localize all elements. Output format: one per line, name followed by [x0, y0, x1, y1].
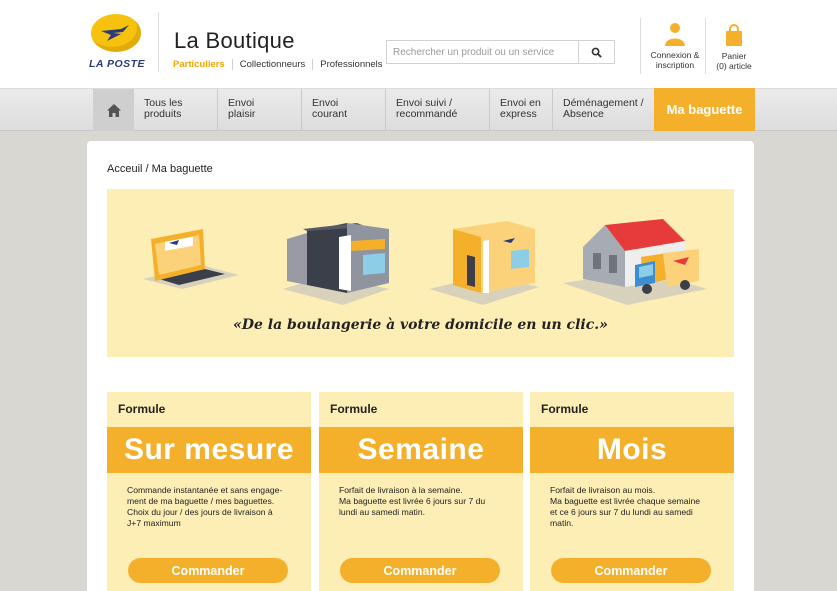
search-button[interactable] [578, 41, 614, 63]
nav-item-envoi-plaisir[interactable]: Envoi plaisir [218, 89, 302, 131]
breadcrumb[interactable]: Acceuil / Ma baguette [107, 163, 213, 175]
search-input[interactable] [387, 41, 578, 63]
card-kicker: Formule [541, 402, 589, 416]
card-description: Commande instantanée et sans engage- men… [127, 485, 297, 529]
card-desc-line: matin. [550, 518, 574, 528]
nav-ma-baguette[interactable]: Ma baguette [654, 88, 755, 131]
card-title: Semaine [319, 427, 523, 473]
card-desc-line: J+7 maximum [127, 518, 181, 528]
nav-item-line: recommandé [396, 108, 458, 120]
shopping-bag-icon [726, 24, 742, 46]
nav-item-envoi-suivi[interactable]: Envoi suivi / recommandé [386, 89, 490, 131]
card-description: Forfait de livraison à la semaine. Ma ba… [339, 485, 509, 518]
banner-tagline: «De la boulangerie à votre domicile en u… [233, 317, 608, 333]
hero-banner: «De la boulangerie à votre domicile en u… [107, 189, 734, 357]
commander-button[interactable]: Commander [340, 558, 500, 583]
card-desc-line: Forfait de livraison à la semaine. [339, 485, 463, 495]
user-icon [665, 23, 685, 46]
nav-item-line: Absence [563, 108, 604, 120]
formula-card-mois: Formule Mois Forfait de livraison au moi… [530, 392, 734, 591]
nav-item-line: courant [312, 108, 348, 120]
laptop-icon [143, 229, 239, 289]
nav-item-line: plaisir [228, 108, 256, 120]
brand-title[interactable]: La Boutique [174, 28, 295, 54]
formula-card-semaine: Formule Semaine Forfait de livraison à l… [319, 392, 523, 591]
account-link[interactable]: Connexion & inscription [646, 22, 704, 70]
cart-link[interactable]: Panier (0) article [710, 24, 758, 71]
card-desc-line: Ma baguette est livrée chaque semaine [550, 496, 701, 506]
card-desc-line: ment de ma baguette / mes baguettes. [127, 496, 275, 506]
formula-card-sur-mesure: Formule Sur mesure Commande instantanée … [107, 392, 311, 591]
logo-text: LA POSTE [88, 58, 146, 70]
search-box [386, 40, 615, 64]
subnav-particuliers[interactable]: Particuliers [173, 59, 232, 70]
card-desc-line: et ce 6 jours sur 7 du lundi au samedi [550, 507, 693, 517]
bakery-shop-icon [283, 223, 389, 305]
nav-item-tous-les-produits[interactable]: Tous les produits [134, 89, 218, 131]
header-divider [705, 18, 706, 74]
site-header: LA POSTE La Boutique Particuliers Collec… [0, 0, 837, 89]
header-divider [640, 18, 641, 74]
card-desc-line: lundi au samedi matin. [339, 507, 425, 517]
nav-item-line: express [500, 108, 537, 120]
card-desc-line: Ma baguette est livrée 6 jours sur 7 du [339, 496, 486, 506]
subnav-professionnels[interactable]: Professionnels [312, 59, 389, 70]
card-description: Forfait de livraison au mois. Ma baguett… [550, 485, 720, 529]
card-kicker: Formule [330, 402, 378, 416]
home-icon [106, 103, 121, 117]
card-title: Mois [530, 427, 734, 473]
card-title: Sur mesure [107, 427, 311, 473]
nav-item-envoi-courant[interactable]: Envoi courant [302, 89, 386, 131]
card-desc-line: Choix du jour / des jours de livraison à [127, 507, 273, 517]
nav-item-envoi-express[interactable]: Envoi en express [490, 89, 553, 131]
audience-subnav: Particuliers Collectionneurs Professionn… [173, 59, 390, 70]
account-label-line2: inscription [655, 60, 695, 70]
la-poste-logo[interactable]: LA POSTE [84, 14, 150, 74]
nav-home[interactable] [93, 89, 134, 131]
card-desc-line: Commande instantanée et sans engage- [127, 485, 283, 495]
cart-label-line1: Panier [721, 51, 747, 61]
house-and-delivery-truck-icon [563, 219, 707, 305]
commander-button[interactable]: Commander [551, 558, 711, 583]
nav-item-demenagement[interactable]: Déménagement / Absence [553, 89, 654, 131]
commander-button[interactable]: Commander [128, 558, 288, 583]
search-icon [591, 47, 602, 58]
subnav-collectionneurs[interactable]: Collectionneurs [231, 59, 312, 70]
card-desc-line: Forfait de livraison au mois. [550, 485, 656, 495]
account-label-line1: Connexion & [650, 50, 700, 60]
card-kicker: Formule [118, 402, 166, 416]
header-divider [158, 12, 159, 72]
cart-label-line2: (0) article [716, 61, 752, 71]
bird-icon [101, 25, 129, 41]
post-office-icon [429, 221, 539, 305]
nav-item-line: produits [144, 108, 182, 120]
